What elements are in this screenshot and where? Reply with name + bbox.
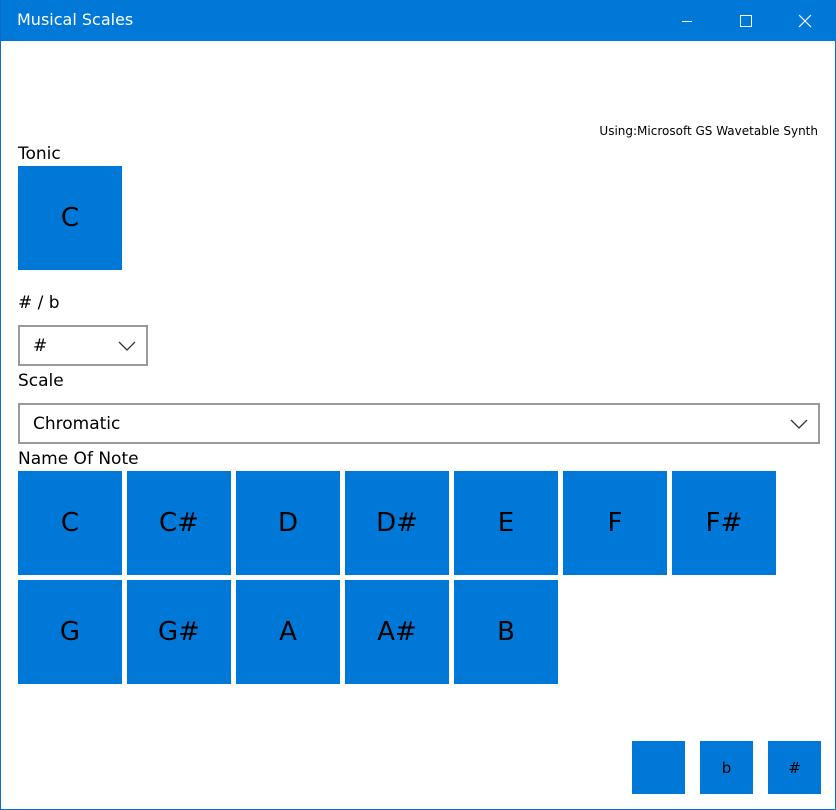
scale-dropdown[interactable]: Chromatic	[18, 403, 820, 444]
sharp-button[interactable]: #	[768, 741, 821, 794]
note-button-f[interactable]: F	[563, 471, 667, 575]
close-button[interactable]	[776, 0, 834, 41]
note-button-d[interactable]: D	[236, 471, 340, 575]
minimize-icon	[682, 20, 692, 22]
maximize-button[interactable]	[717, 0, 775, 41]
scale-selected-value: Chromatic	[33, 413, 121, 434]
note-button-c-sharp[interactable]: C#	[127, 471, 231, 575]
maximize-icon	[740, 14, 752, 27]
window-title: Musical Scales	[17, 10, 134, 29]
accidental-label: # / b	[18, 293, 60, 313]
blank-button[interactable]	[632, 741, 685, 794]
title-bar[interactable]: Musical Scales	[1, 0, 836, 41]
close-icon	[798, 14, 812, 27]
note-button-b[interactable]: B	[454, 580, 558, 684]
chevron-down-icon	[790, 419, 808, 429]
tonic-button[interactable]: C	[18, 166, 122, 270]
chevron-down-icon	[118, 341, 136, 351]
notes-label: Name Of Note	[18, 449, 139, 469]
note-button-c[interactable]: C	[18, 471, 122, 575]
flat-button[interactable]: b	[700, 741, 753, 794]
note-button-f-sharp[interactable]: F#	[672, 471, 776, 575]
synth-status-text: Using:Microsoft GS Wavetable Synth	[599, 124, 818, 138]
app-window: Musical Scales Using:Microsoft GS Waveta…	[0, 0, 836, 810]
tonic-label: Tonic	[18, 144, 61, 164]
note-button-g[interactable]: G	[18, 580, 122, 684]
note-button-d-sharp[interactable]: D#	[345, 471, 449, 575]
note-button-a-sharp[interactable]: A#	[345, 580, 449, 684]
note-button-a[interactable]: A	[236, 580, 340, 684]
scale-label: Scale	[18, 371, 64, 391]
accidental-selected-value: #	[33, 335, 48, 356]
note-button-e[interactable]: E	[454, 471, 558, 575]
accidental-dropdown[interactable]: #	[18, 325, 148, 366]
note-button-g-sharp[interactable]: G#	[127, 580, 231, 684]
minimize-button[interactable]	[658, 0, 716, 41]
